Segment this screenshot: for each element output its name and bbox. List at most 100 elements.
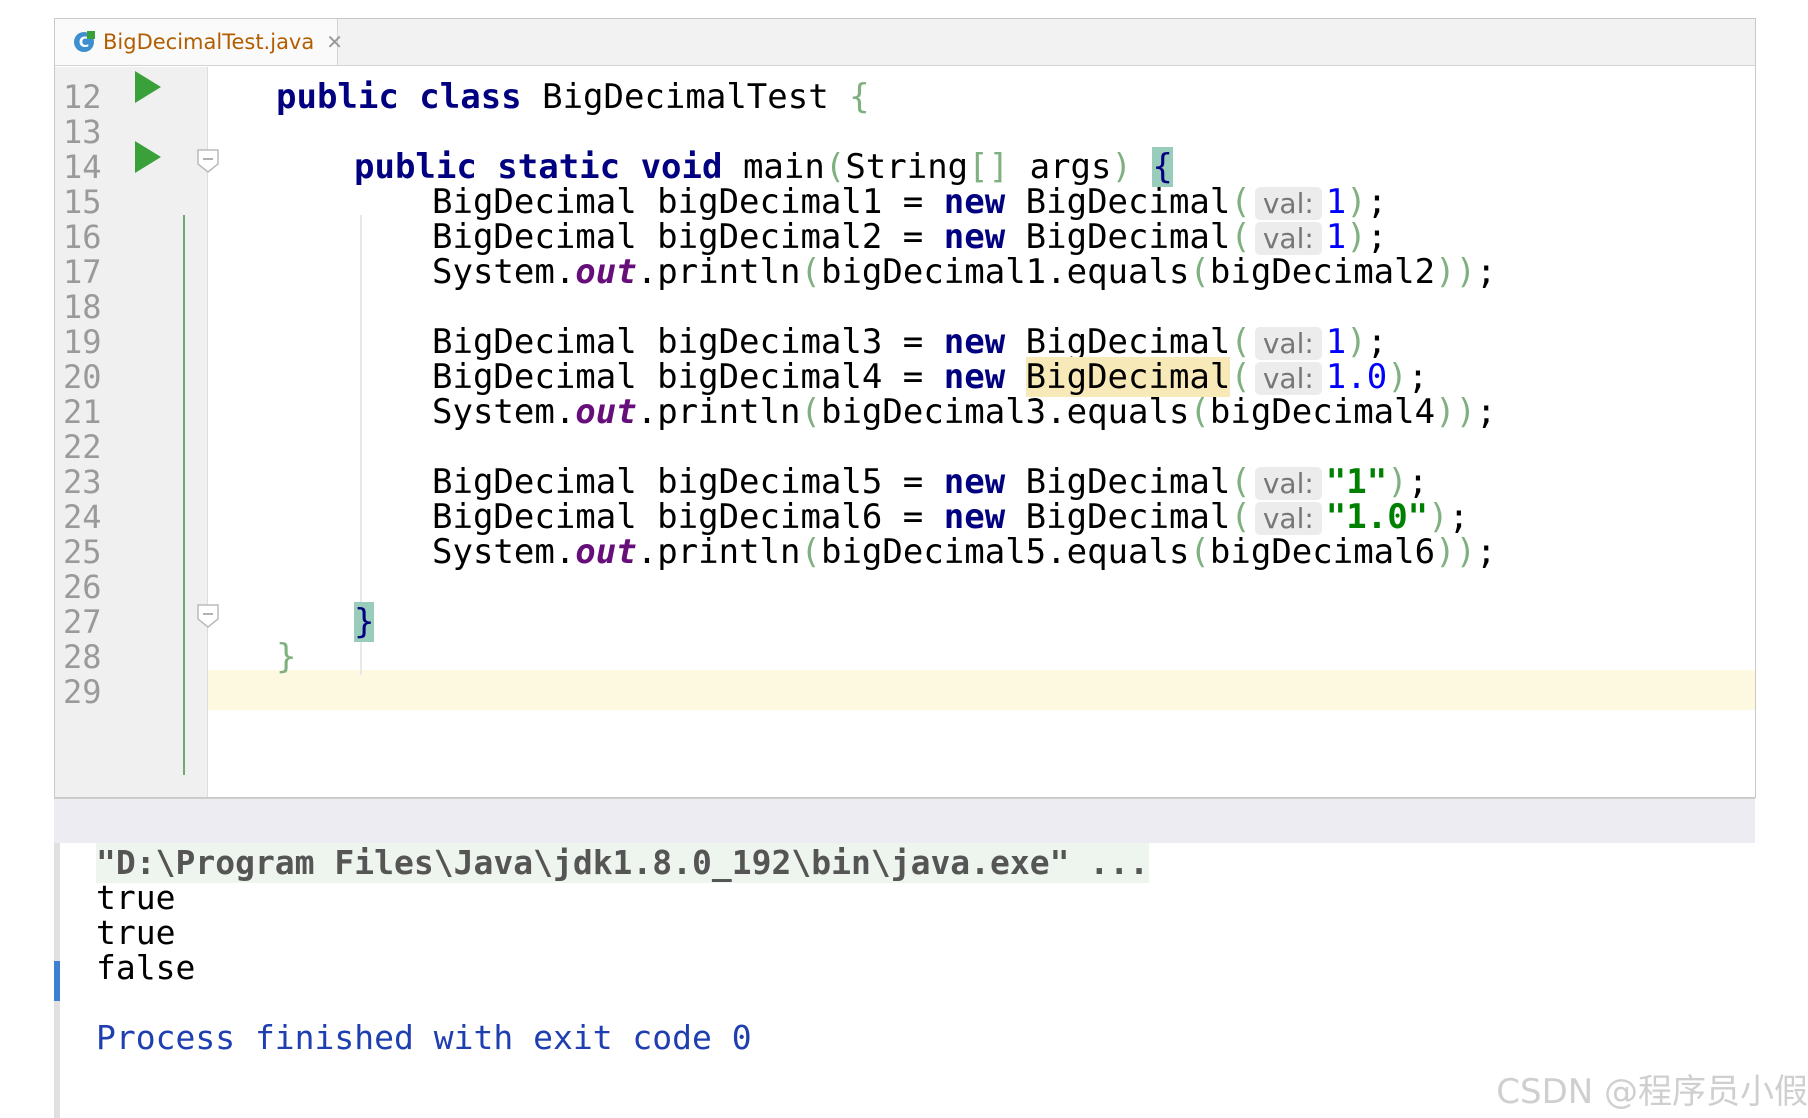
type-name: BigDecimal <box>432 322 637 362</box>
argument: 1.0 <box>1325 357 1388 397</box>
editor-tab-bar: C BigDecimalTest.java ✕ <box>55 19 1755 66</box>
paren: ( <box>1189 532 1210 572</box>
type-name: BigDecimal <box>432 217 637 257</box>
line-number-gutter: 12 13 14 15 16 17 18 19 20 21 22 23 24 25 26 27 28 29 <box>55 67 219 797</box>
paren: ) <box>1387 462 1408 502</box>
line-number: 24 <box>63 498 102 536</box>
line-number: 17 <box>63 253 102 291</box>
param-hint: val: <box>1254 327 1322 360</box>
paren: ( <box>800 532 821 572</box>
method-name: main <box>722 147 825 187</box>
console-command-line: "D:\Program Files\Java\jdk1.8.0_192\bin\… <box>96 843 1149 883</box>
code-area[interactable]: public class BigDecimalTest { public stat… <box>208 67 1755 797</box>
constructor-name: BigDecimal <box>1025 497 1231 537</box>
method-equals: .equals <box>1046 252 1190 292</box>
variable-name: bigDecimal5 = <box>636 462 944 502</box>
line-number: 20 <box>63 358 102 396</box>
paren: )) <box>1435 532 1477 572</box>
variable-ref: bigDecimal1 <box>820 252 1047 292</box>
variable-ref: bigDecimal6 <box>1209 532 1436 572</box>
variable-name: bigDecimal4 = <box>636 357 944 397</box>
console-marker <box>54 961 60 1001</box>
code-line-println: System.out.println(bigDecimal1.equals(bi… <box>432 252 1497 292</box>
line-number: 29 <box>63 673 102 711</box>
keyword-new: new <box>943 497 1006 537</box>
line-number: 22 <box>63 428 102 466</box>
paren: ( <box>1230 217 1251 257</box>
variable-ref: bigDecimal5 <box>820 532 1047 572</box>
paren: ( <box>1230 462 1251 502</box>
field-out: out <box>575 392 637 432</box>
tab-filename: BigDecimalTest.java <box>103 30 315 54</box>
code-line-12: public class BigDecimalTest { <box>276 77 870 117</box>
run-gutter-icon[interactable] <box>135 141 161 173</box>
paren: ( <box>1189 392 1210 432</box>
console-output-line: true <box>96 913 176 952</box>
method-println: .println <box>636 252 801 292</box>
variable-name: bigDecimal6 = <box>636 497 944 537</box>
variable-ref: bigDecimal3 <box>820 392 1047 432</box>
paren: )) <box>1435 252 1477 292</box>
keyword: public class <box>276 77 522 117</box>
variable-name: bigDecimal2 = <box>636 217 944 257</box>
paren: ) <box>1346 182 1367 222</box>
type-name: BigDecimal <box>432 497 637 537</box>
run-gutter-icon[interactable] <box>135 71 161 103</box>
current-line-highlight <box>208 670 1755 710</box>
line-number: 26 <box>63 568 102 606</box>
system: System. <box>432 392 576 432</box>
code-line-decl: BigDecimal bigDecimal4 = new BigDecimal(… <box>432 357 1429 397</box>
line-number: 21 <box>63 393 102 431</box>
argument: "1" <box>1325 462 1388 502</box>
param-hint: val: <box>1254 187 1322 220</box>
code-line-27: } <box>354 602 375 642</box>
constructor-name: BigDecimal <box>1025 322 1231 362</box>
paren: ( <box>1230 322 1251 362</box>
paren: ) <box>1387 357 1408 397</box>
console-header <box>54 798 1755 844</box>
type-name: BigDecimal <box>432 462 637 502</box>
line-number: 14 <box>63 148 102 186</box>
code-line-decl: BigDecimal bigDecimal6 = new BigDecimal(… <box>432 497 1470 537</box>
line-number: 13 <box>63 113 102 151</box>
paren: ) <box>1346 322 1367 362</box>
line-number: 28 <box>63 638 102 676</box>
console-output-line: true <box>96 878 176 917</box>
line-number: 16 <box>63 218 102 256</box>
type-name: BigDecimal <box>432 357 637 397</box>
constructor-name: BigDecimal <box>1025 217 1231 257</box>
brace-match: } <box>354 602 375 642</box>
console-output-line: false <box>96 948 196 987</box>
tab-close-icon[interactable]: ✕ <box>326 30 343 54</box>
brace-match: { <box>1152 147 1173 187</box>
field-out: out <box>575 252 637 292</box>
console-exit-line: Process finished with exit code 0 <box>96 1018 752 1057</box>
java-class-icon: C <box>73 31 95 53</box>
field-out: out <box>575 532 637 572</box>
paren: ( <box>1230 182 1251 222</box>
paren: ( <box>800 392 821 432</box>
paren: ( <box>1230 497 1251 537</box>
tab-bigdecimaltest[interactable]: C BigDecimalTest.java ✕ <box>55 19 343 65</box>
paren: ) <box>1428 497 1449 537</box>
system: System. <box>432 532 576 572</box>
line-number: 19 <box>63 323 102 361</box>
variable-name: bigDecimal1 = <box>636 182 944 222</box>
brackets: [] <box>968 147 1010 187</box>
paren: ( <box>824 147 846 187</box>
brace: { <box>849 77 870 117</box>
method-println: .println <box>636 392 801 432</box>
argument: 1 <box>1325 217 1347 257</box>
keyword: public static void <box>354 147 723 187</box>
paren: ( <box>1230 357 1251 397</box>
code-line-decl: BigDecimal bigDecimal5 = new BigDecimal(… <box>432 462 1429 502</box>
code-line-28: } <box>276 637 296 677</box>
fold-range-line <box>183 215 185 775</box>
line-number: 25 <box>63 533 102 571</box>
paren: ) <box>1111 147 1132 187</box>
keyword-new: new <box>943 357 1006 397</box>
constructor-name: BigDecimal <box>1025 182 1231 222</box>
line-number: 15 <box>63 183 102 221</box>
type-name: BigDecimal <box>432 182 637 222</box>
param-type: String <box>845 147 969 187</box>
